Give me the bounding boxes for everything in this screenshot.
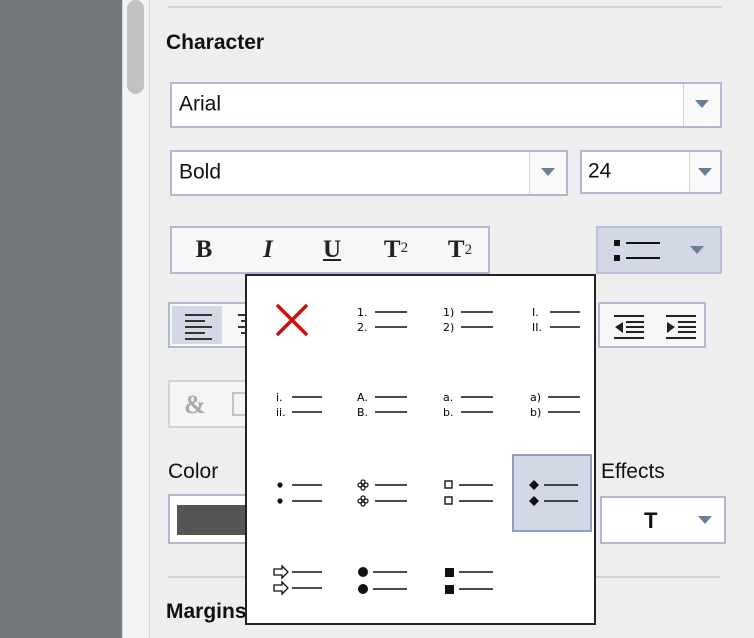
svg-text:B.: B. [357,406,368,419]
diamond-bullet-icon [529,480,578,506]
small-dot-bullet-icon [277,482,322,504]
list-option-roman-lower[interactable]: i. ii. [252,366,332,444]
svg-text:b.: b. [443,406,453,419]
svg-text:II.: II. [532,321,542,334]
chevron-down-icon [541,168,555,176]
superscript-base: T [383,236,401,263]
chevron-down-icon [695,100,709,108]
align-left-button[interactable] [172,306,222,344]
svg-text:a): a) [530,391,541,404]
svg-text:1): 1) [443,306,454,319]
svg-text:ii.: ii. [276,406,286,419]
svg-text:b): b) [530,406,541,419]
svg-text:2.: 2. [357,321,368,334]
list-option-none[interactable] [252,281,332,359]
chevron-down-icon [698,168,712,176]
list-style-popup: 1. 2. 1) 2) I. II. i. ii. A. B. a. b. a)… [245,274,596,625]
svg-text:2): 2) [443,321,454,334]
superscript-exponent: 2 [400,239,409,256]
numbered-paren-list-icon: 1) 2) [443,306,493,334]
font-style-dropdown-button[interactable] [529,152,566,194]
uppercase-alpha-list-icon: A. B. [357,391,407,419]
lowercase-alpha-paren-list-icon: a) b) [530,391,580,419]
font-size-input[interactable]: 24 [580,150,722,194]
effects-value: T [644,508,658,533]
font-size-value: 24 [588,159,612,183]
list-option-alpha-lower-paren[interactable]: a) b) [512,366,592,444]
list-option-filled-square-bullets[interactable] [427,542,507,620]
list-option-alpha-lower[interactable]: a. b. [427,366,507,444]
margins-section-title: Margins [166,600,247,623]
increase-indent-button[interactable] [658,306,706,346]
subscript-base: T [447,236,465,263]
section-divider-top [168,6,722,8]
svg-text:A.: A. [357,391,368,404]
list-option-diamond-bullets[interactable] [512,454,592,532]
italic-button[interactable]: I [236,228,300,272]
list-option-roman-upper[interactable]: I. II. [512,281,592,359]
large-dot-bullet-icon [358,567,407,594]
bullet-list-icon [614,240,660,261]
list-option-small-dot-bullets[interactable] [252,454,332,532]
left-gutter [0,0,122,638]
outdent-icon [614,315,644,339]
chevron-down-icon [698,516,712,524]
roman-numeral-list-icon: I. II. [532,306,580,334]
list-option-hollow-square-bullets[interactable] [427,454,507,532]
numbered-list-icon: 1. 2. [357,306,407,334]
font-size-dropdown-button[interactable] [689,152,720,192]
indent-icon [666,315,696,339]
subscript-button[interactable]: T2 [428,228,492,272]
list-option-large-dot-bullets[interactable] [339,542,419,620]
section-title: Character [166,31,265,54]
close-icon [275,303,309,337]
hollow-square-bullet-icon [444,480,493,505]
filled-square-bullet-icon [445,568,493,594]
subscript-index: 2 [464,241,473,258]
font-family-value: Arial [179,92,222,116]
text-format-toolbar: B I U T2 T2 [170,226,490,274]
color-label: Color [168,460,219,483]
decrease-indent-button[interactable] [606,306,654,346]
list-option-numbers[interactable]: 1. 2. [339,281,419,359]
svg-text:I.: I. [532,306,539,319]
indent-toolbar [598,302,706,348]
superscript-button[interactable]: T2 [364,228,428,272]
align-left-icon [185,314,212,340]
lowercase-roman-list-icon: i. ii. [276,391,322,419]
list-option-arrow-bullets[interactable] [252,542,332,620]
star-bullet-icon [357,479,407,507]
list-option-alpha-upper[interactable]: A. B. [339,366,419,444]
scrollbar-track[interactable] [122,0,150,638]
font-style-value: Bold [179,160,222,184]
list-option-numbers-paren[interactable]: 1) 2) [427,281,507,359]
bold-button[interactable]: B [172,228,236,272]
lowercase-alpha-list-icon: a. b. [443,391,493,419]
list-option-star-bullets[interactable] [339,454,419,532]
insert-special-character-button[interactable]: & [184,390,206,420]
svg-text:1.: 1. [357,306,368,319]
scrollbar-thumb[interactable] [127,0,144,94]
list-style-button[interactable] [596,226,722,274]
svg-text:a.: a. [443,391,453,404]
arrow-bullet-icon [273,564,322,596]
underline-button[interactable]: U [300,228,364,272]
font-family-select[interactable]: Arial [170,82,722,128]
effects-label: Effects [601,460,665,483]
chevron-down-icon [690,246,704,254]
effects-select[interactable]: T [600,496,726,544]
font-style-select[interactable]: Bold [170,150,568,196]
font-family-dropdown-button[interactable] [683,84,720,126]
svg-text:i.: i. [276,391,283,404]
